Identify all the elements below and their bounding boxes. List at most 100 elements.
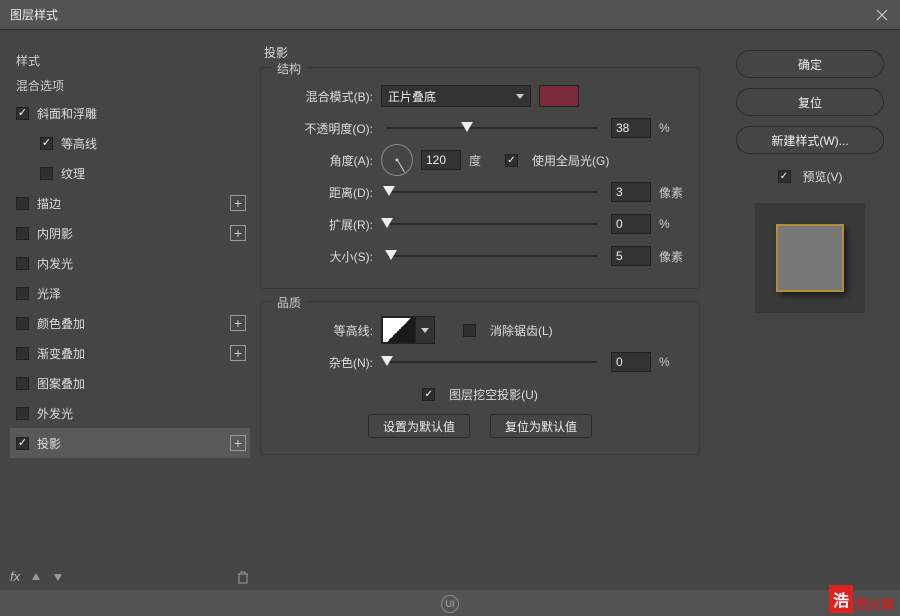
- structure-group: 结构 混合模式(B): 正片叠底 不透明度(O): 38 % 角度(A): 12…: [260, 67, 700, 289]
- style-item-outer-glow[interactable]: 外发光: [10, 398, 250, 428]
- checkbox-icon[interactable]: [16, 287, 29, 300]
- checkbox-icon[interactable]: [40, 167, 53, 180]
- checkbox-icon[interactable]: [16, 437, 29, 450]
- reset-button[interactable]: 复位: [736, 88, 884, 116]
- angle-dial[interactable]: [381, 144, 413, 176]
- close-icon[interactable]: [874, 7, 890, 23]
- style-label: 等高线: [61, 135, 244, 152]
- angle-value: 120: [426, 153, 446, 167]
- quality-group: 品质 等高线: 消除锯齿(L) 杂色(N): 0 % 图层挖空投影(U): [260, 301, 700, 455]
- preview-swatch: [776, 224, 844, 292]
- style-item-inner-glow[interactable]: 内发光: [10, 248, 250, 278]
- trash-icon[interactable]: [236, 570, 250, 584]
- blend-mode-select[interactable]: 正片叠底: [381, 85, 531, 107]
- noise-row: 杂色(N): 0 %: [273, 346, 687, 378]
- style-label: 纹理: [61, 165, 244, 182]
- structure-legend: 结构: [271, 60, 307, 77]
- style-item-pattern-overlay[interactable]: 图案叠加: [10, 368, 250, 398]
- checkbox-icon[interactable]: [16, 107, 29, 120]
- checkbox-icon[interactable]: [16, 317, 29, 330]
- titlebar: 图层样式: [0, 0, 900, 30]
- noise-slider[interactable]: [387, 352, 597, 372]
- spread-label: 扩展(R):: [273, 216, 373, 233]
- checkbox-icon[interactable]: [16, 347, 29, 360]
- opacity-slider[interactable]: [387, 118, 597, 138]
- preview-box: [755, 203, 865, 313]
- style-label: 颜色叠加: [37, 315, 244, 332]
- reset-default-button[interactable]: 复位为默认值: [490, 414, 592, 438]
- checkbox-icon[interactable]: [16, 197, 29, 210]
- arrow-up-icon[interactable]: [30, 571, 42, 583]
- global-light-label: 使用全局光(G): [532, 152, 609, 169]
- knockout-label: 图层挖空投影(U): [449, 386, 538, 403]
- opacity-unit: %: [659, 121, 687, 135]
- distance-label: 距离(D):: [273, 184, 373, 201]
- preview-toggle: 预览(V): [736, 168, 884, 185]
- noise-unit: %: [659, 355, 687, 369]
- contour-label: 等高线:: [273, 322, 373, 339]
- checkbox-icon[interactable]: [16, 407, 29, 420]
- style-item-texture[interactable]: 纹理: [10, 158, 250, 188]
- arrow-down-icon[interactable]: [52, 571, 64, 583]
- knockout-checkbox[interactable]: [422, 388, 435, 401]
- distance-row: 距离(D): 3 像素: [273, 176, 687, 208]
- checkbox-icon[interactable]: [16, 257, 29, 270]
- add-icon[interactable]: +: [230, 345, 246, 361]
- checkbox-icon[interactable]: [16, 227, 29, 240]
- angle-unit: 度: [469, 152, 497, 169]
- spread-value: 0: [616, 217, 623, 231]
- blend-options-header[interactable]: 混合选项: [10, 73, 250, 98]
- set-default-button[interactable]: 设置为默认值: [368, 414, 470, 438]
- style-item-gradient-overlay[interactable]: 渐变叠加 +: [10, 338, 250, 368]
- checkbox-icon[interactable]: [40, 137, 53, 150]
- contour-picker[interactable]: [381, 316, 435, 344]
- spread-slider[interactable]: [387, 214, 597, 234]
- size-input[interactable]: 5: [611, 246, 651, 266]
- size-row: 大小(S): 5 像素: [273, 240, 687, 272]
- size-label: 大小(S):: [273, 248, 373, 265]
- noise-input[interactable]: 0: [611, 352, 651, 372]
- style-item-satin[interactable]: 光泽: [10, 278, 250, 308]
- antialias-checkbox[interactable]: [463, 324, 476, 337]
- angle-input[interactable]: 120: [421, 150, 461, 170]
- style-item-inner-shadow[interactable]: 内阴影 +: [10, 218, 250, 248]
- global-light-checkbox[interactable]: [505, 154, 518, 167]
- checkbox-icon[interactable]: [16, 377, 29, 390]
- noise-value: 0: [616, 355, 623, 369]
- distance-value: 3: [616, 185, 623, 199]
- distance-input[interactable]: 3: [611, 182, 651, 202]
- preview-checkbox[interactable]: [778, 170, 791, 183]
- noise-label: 杂色(N):: [273, 354, 373, 371]
- styles-footer: fx: [10, 569, 250, 584]
- contour-row: 等高线: 消除锯齿(L): [273, 314, 687, 346]
- style-item-drop-shadow[interactable]: 投影 +: [10, 428, 250, 458]
- new-style-button[interactable]: 新建样式(W)...: [736, 126, 884, 154]
- opacity-label: 不透明度(O):: [273, 120, 373, 137]
- styles-header[interactable]: 样式: [10, 48, 250, 73]
- add-icon[interactable]: +: [230, 225, 246, 241]
- add-icon[interactable]: +: [230, 435, 246, 451]
- chevron-down-icon[interactable]: [416, 317, 434, 343]
- blend-mode-row: 混合模式(B): 正片叠底: [273, 80, 687, 112]
- style-label: 描边: [37, 195, 244, 212]
- style-item-color-overlay[interactable]: 颜色叠加 +: [10, 308, 250, 338]
- antialias-label: 消除锯齿(L): [490, 322, 553, 339]
- style-label: 斜面和浮雕: [37, 105, 244, 122]
- fx-menu-icon[interactable]: fx: [10, 569, 20, 584]
- styles-list: 样式 混合选项 斜面和浮雕 等高线 纹理 描边 + 内阴影 + 内发光: [0, 30, 260, 590]
- size-slider[interactable]: [387, 246, 597, 266]
- default-buttons: 设置为默认值 复位为默认值: [273, 414, 687, 438]
- opacity-input[interactable]: 38: [611, 118, 651, 138]
- shadow-color-swatch[interactable]: [539, 85, 579, 107]
- ok-button[interactable]: 确定: [736, 50, 884, 78]
- add-icon[interactable]: +: [230, 195, 246, 211]
- style-item-bevel[interactable]: 斜面和浮雕: [10, 98, 250, 128]
- spread-input[interactable]: 0: [611, 214, 651, 234]
- quality-legend: 品质: [271, 294, 307, 311]
- add-icon[interactable]: +: [230, 315, 246, 331]
- style-item-stroke[interactable]: 描边 +: [10, 188, 250, 218]
- distance-slider[interactable]: [387, 182, 597, 202]
- style-item-contour[interactable]: 等高线: [10, 128, 250, 158]
- dialog-buttons: 确定 复位 新建样式(W)... 预览(V): [720, 30, 900, 590]
- blend-mode-label: 混合模式(B):: [273, 88, 373, 105]
